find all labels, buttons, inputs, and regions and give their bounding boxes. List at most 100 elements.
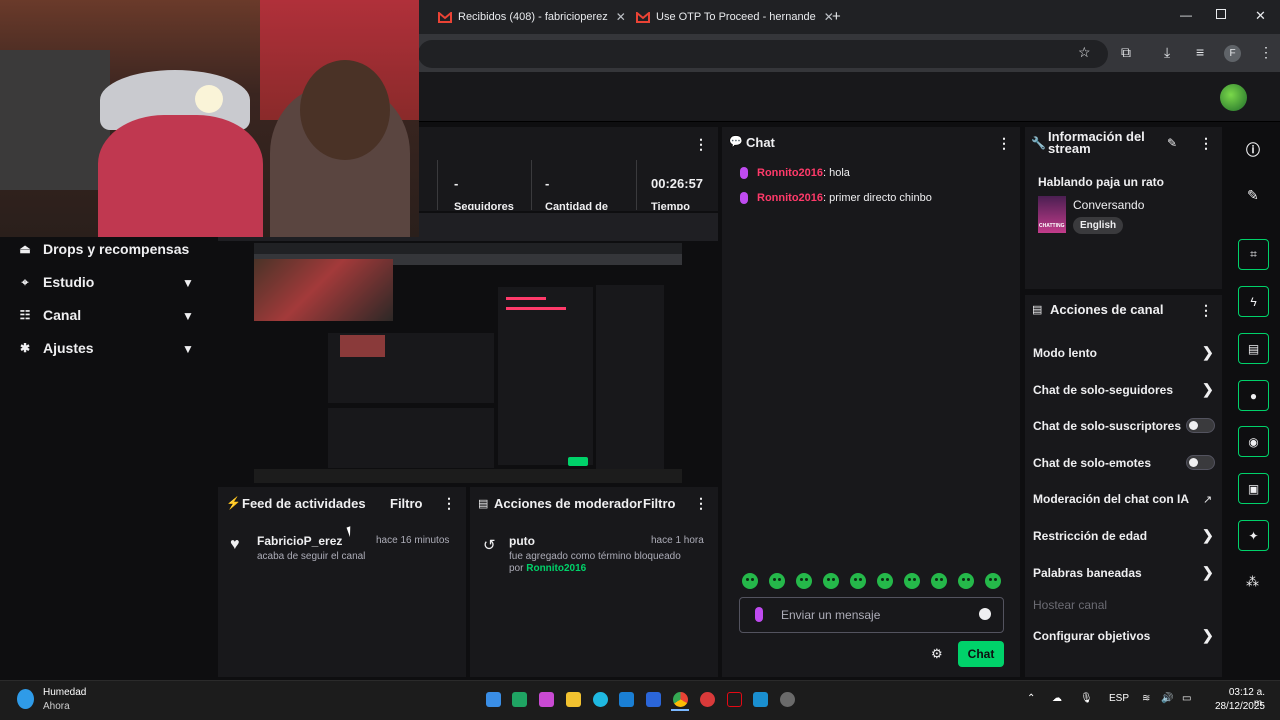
chevron-right-icon[interactable]: ❯: [1202, 344, 1214, 361]
profile-avatar[interactable]: F: [1224, 45, 1241, 62]
emotes-only-toggle[interactable]: [1186, 455, 1215, 470]
browser-menu-icon[interactable]: ⋮: [1259, 44, 1273, 61]
browser-tab-otp[interactable]: Use OTP To Proceed - hernande ✕: [636, 6, 834, 28]
chevron-right-icon[interactable]: ❯: [1202, 381, 1214, 398]
wrench-icon: 🔧: [1031, 136, 1046, 150]
edit-icon[interactable]: ✎: [1247, 187, 1259, 204]
emote-icon[interactable]: [985, 573, 1001, 589]
activity-filter-button[interactable]: Filtro: [390, 496, 423, 511]
store-icon[interactable]: [753, 692, 768, 707]
user-avatar[interactable]: [1220, 84, 1247, 111]
chevron-right-icon[interactable]: ❯: [1202, 564, 1214, 581]
stream-category[interactable]: Conversando: [1073, 198, 1144, 212]
sidebar-item-channel[interactable]: ☷ Canal: [16, 307, 82, 323]
chat-username[interactable]: Ronnito2016: [757, 192, 823, 204]
external-link-icon[interactable]: ↗: [1203, 493, 1212, 506]
age-restriction-item[interactable]: Restricción de edad: [1033, 529, 1147, 543]
copilot-icon[interactable]: [539, 692, 554, 707]
channel-actions-more-icon[interactable]: ⋮: [1199, 302, 1213, 319]
emote-icon[interactable]: [904, 573, 920, 589]
undo-icon[interactable]: ↺: [483, 536, 496, 554]
word-icon[interactable]: [646, 692, 661, 707]
category-box-art[interactable]: CHATTING: [1038, 196, 1066, 233]
media-icon[interactable]: ≡: [1196, 44, 1204, 60]
notes-button[interactable]: ▤: [1238, 333, 1269, 364]
excel-icon[interactable]: [512, 692, 527, 707]
wifi-icon[interactable]: ≋: [1142, 693, 1150, 704]
new-tab-icon[interactable]: +: [832, 8, 841, 25]
window-close-icon[interactable]: ✕: [1255, 8, 1266, 24]
ad-button[interactable]: ϟ: [1238, 286, 1269, 317]
chat-settings-gear-icon[interactable]: ⚙: [931, 646, 943, 662]
browser-tab-gmail-inbox[interactable]: Recibidos (408) - fabricioperez ✕: [438, 6, 626, 28]
stream-preview[interactable]: [254, 243, 682, 483]
netflix-icon[interactable]: [727, 692, 742, 707]
keyboard-language[interactable]: ESP: [1109, 693, 1129, 704]
address-bar[interactable]: [418, 40, 1108, 68]
sidebar-item-studio[interactable]: ⌖ Estudio: [16, 274, 95, 290]
chevron-down-icon[interactable]: ▼: [182, 276, 194, 290]
extensions-icon[interactable]: ⧉: [1121, 44, 1131, 61]
tray-expand-icon[interactable]: ⌃: [1027, 693, 1035, 704]
activity-event-user[interactable]: FabricioP_erez: [257, 534, 342, 548]
raid-button[interactable]: ▣: [1238, 473, 1269, 504]
microphone-icon[interactable]: 🎙: [1080, 693, 1093, 704]
emote-icon[interactable]: [958, 573, 974, 589]
sidebar-item-settings[interactable]: ✱ Ajustes: [16, 340, 94, 356]
edit-pencil-icon[interactable]: ✎: [1167, 136, 1177, 150]
download-icon[interactable]: ⤓: [1164, 44, 1170, 61]
emote-icon[interactable]: [823, 573, 839, 589]
mod-by-user[interactable]: Ronnito2016: [526, 563, 586, 574]
ai-moderation-item[interactable]: Moderación del chat con IA: [1033, 492, 1189, 506]
emote-icon[interactable]: [877, 573, 893, 589]
minimize-icon[interactable]: —: [1180, 8, 1192, 22]
emote-icon[interactable]: [796, 573, 812, 589]
info-icon[interactable]: ⓘ: [1246, 140, 1260, 160]
broadcast-button[interactable]: ◉: [1238, 426, 1269, 457]
chevron-down-icon[interactable]: ▼: [182, 342, 194, 356]
weather-title[interactable]: Humedad: [43, 687, 86, 698]
chrome-icon[interactable]: [673, 692, 688, 707]
add-action-icon[interactable]: ⁂: [1246, 574, 1259, 590]
maximize-icon[interactable]: [1216, 9, 1226, 19]
followers-only-item[interactable]: Chat de solo-seguidores: [1033, 383, 1173, 397]
chevron-down-icon[interactable]: ▼: [182, 309, 194, 323]
snapshot-button[interactable]: ⌗: [1238, 239, 1269, 270]
banned-words-item[interactable]: Palabras baneadas: [1033, 566, 1142, 580]
chat-send-button[interactable]: Chat: [958, 641, 1004, 667]
sidebar-item-drops[interactable]: ⏏ Drops y recompensas: [16, 241, 189, 257]
mod-filter-button[interactable]: Filtro: [643, 496, 676, 511]
tools-button[interactable]: ✦: [1238, 520, 1269, 551]
mod-more-icon[interactable]: ⋮: [694, 495, 708, 512]
bookmark-star-icon[interactable]: ☆: [1078, 44, 1091, 61]
close-icon[interactable]: ✕: [616, 10, 626, 24]
chat-bubble-button[interactable]: ●: [1238, 380, 1269, 411]
stream-info-more-icon[interactable]: ⋮: [1199, 135, 1213, 152]
file-explorer-icon[interactable]: [566, 692, 581, 707]
volume-icon[interactable]: 🔊: [1161, 693, 1173, 704]
obs-icon[interactable]: [780, 692, 795, 707]
onedrive-icon[interactable]: ☁: [1052, 693, 1062, 704]
edge-icon[interactable]: [593, 692, 608, 707]
chevron-right-icon[interactable]: ❯: [1202, 527, 1214, 544]
language-tag[interactable]: English: [1073, 217, 1124, 234]
chat-more-icon[interactable]: ⋮: [997, 135, 1011, 152]
opera-icon[interactable]: [700, 692, 715, 707]
clock-date[interactable]: 28/12/2025: [1211, 701, 1265, 712]
emoji-picker-icon[interactable]: [979, 608, 991, 620]
humidity-drop-icon[interactable]: [17, 689, 34, 709]
battery-icon[interactable]: ▭: [1182, 693, 1191, 704]
subs-only-toggle[interactable]: [1186, 418, 1215, 433]
chevron-right-icon[interactable]: ❯: [1202, 627, 1214, 644]
goals-item[interactable]: Configurar objetivos: [1033, 629, 1150, 643]
chat-username[interactable]: Ronnito2016: [757, 167, 823, 179]
emote-icon[interactable]: [850, 573, 866, 589]
emote-icon[interactable]: [769, 573, 785, 589]
slow-mode-item[interactable]: Modo lento: [1033, 346, 1097, 360]
activity-more-icon[interactable]: ⋮: [442, 495, 456, 512]
start-icon[interactable]: [486, 692, 501, 707]
emote-icon[interactable]: [742, 573, 758, 589]
emote-icon[interactable]: [931, 573, 947, 589]
outlook-icon[interactable]: [619, 692, 634, 707]
stats-more-icon[interactable]: ⋮: [694, 136, 708, 153]
